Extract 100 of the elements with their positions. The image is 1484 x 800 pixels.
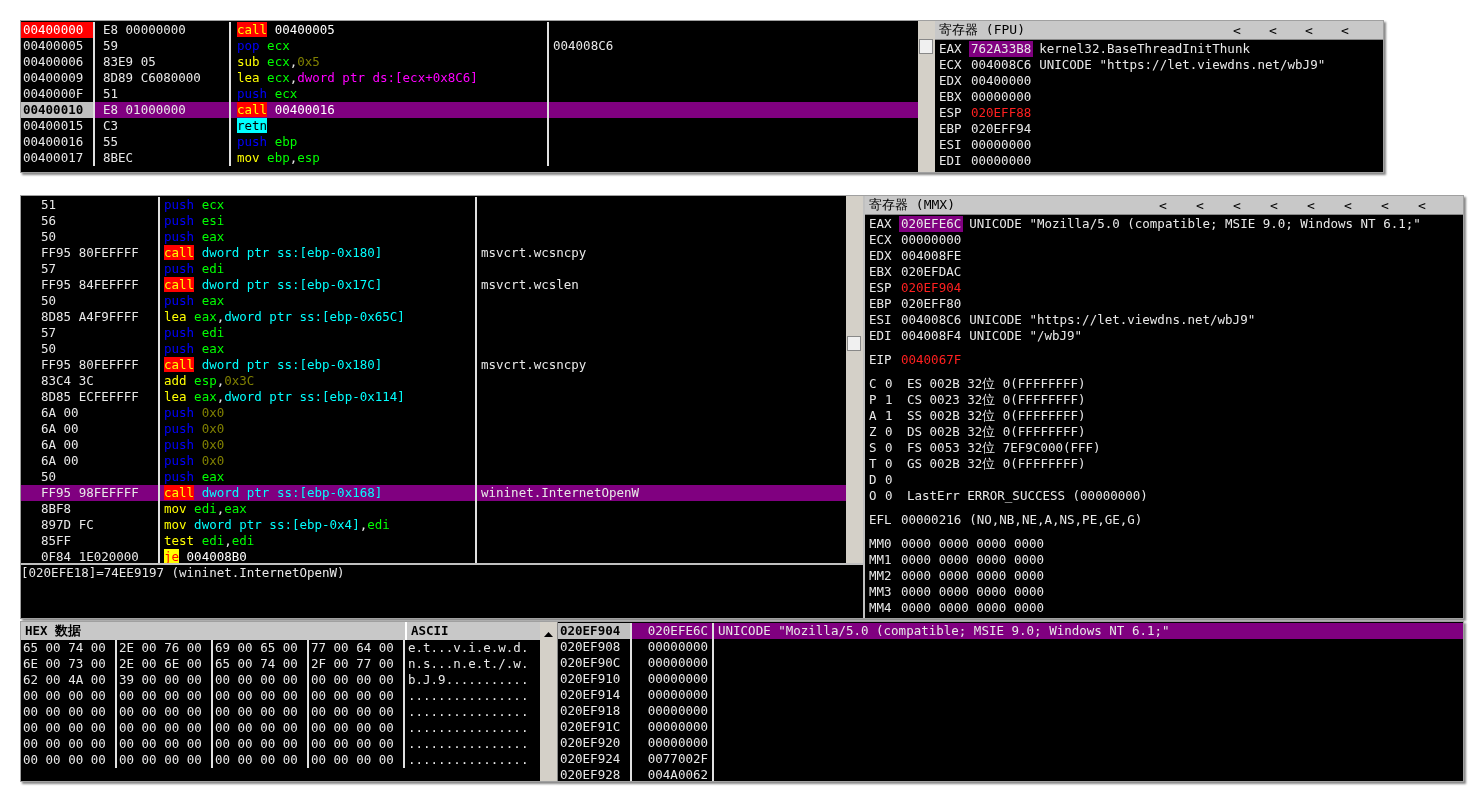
flag-name: A xyxy=(869,408,878,424)
collapse-button[interactable]: < xyxy=(1305,22,1341,38)
stack-row[interactable]: 020EF920 00000000 xyxy=(558,735,1463,751)
collapse-button[interactable]: < xyxy=(1233,22,1269,38)
register-value[interactable]: 0000 0000 0000 0000 xyxy=(899,600,1046,616)
comment-cell-text: 004008C6 xyxy=(552,38,615,54)
disasm-row[interactable]: 00400010 E8 01000000 call 00400016 xyxy=(21,102,918,118)
address-cell: 00400006 xyxy=(21,54,95,70)
segment-text: CS 0023 32位 0(FFFFFFFF) xyxy=(907,392,1086,408)
register-name: EAX xyxy=(869,216,893,232)
stack-row[interactable]: 020EF908 00000000 xyxy=(558,639,1463,655)
value-cell: 00000000 xyxy=(632,735,714,751)
address-cell: 00400000 xyxy=(21,22,95,38)
register-value[interactable]: 00000000 xyxy=(899,232,964,248)
hex-bytes: 00 00 00 00 xyxy=(117,720,213,736)
register-value[interactable]: 00000000 xyxy=(969,137,1034,153)
stack-row[interactable]: 020EF924 0077002F xyxy=(558,751,1463,767)
flag-name: D xyxy=(869,472,878,488)
ascii-text: e.t...v.i.e.w.d. xyxy=(407,640,529,656)
flag-value[interactable]: 0 xyxy=(885,440,907,456)
register-value[interactable]: 004008F4 xyxy=(899,328,964,344)
disasm-row[interactable]: 0F84 1E020000 je 004008B0 xyxy=(21,549,846,563)
register-value[interactable]: 762A33B8 xyxy=(969,41,1034,57)
column-header[interactable]: ASCII xyxy=(407,622,449,640)
stack-row[interactable]: 020EF910 00000000 xyxy=(558,671,1463,687)
flag-value[interactable]: 1 xyxy=(885,392,907,408)
flag-value[interactable]: 0 xyxy=(885,488,907,504)
register-value[interactable]: 0000 0000 0000 0000 xyxy=(899,536,1046,552)
hex-bytes: 00 00 00 00 xyxy=(21,704,117,720)
register-comment: kernel32.BaseThreadInitThunk xyxy=(1039,41,1250,57)
comment-cell-text: msvcrt.wcsncpy xyxy=(480,357,588,373)
stack-row[interactable]: 020EF928 004A0062 xyxy=(558,767,1463,781)
disasm-row[interactable]: 00400000 E8 00000000 call 00400005 xyxy=(21,22,918,38)
value-cell: 00000000 xyxy=(632,703,714,719)
scroll-up-icon[interactable] xyxy=(544,632,553,637)
register-value[interactable]: 0000 0000 0000 0000 xyxy=(899,584,1046,600)
scrollbar[interactable] xyxy=(846,196,863,563)
collapse-button[interactable]: < xyxy=(1341,22,1377,38)
register-value[interactable]: 020EFE6C xyxy=(899,216,964,232)
column-header[interactable]: HEX 数据 xyxy=(21,622,407,640)
register-value[interactable]: 00000000 xyxy=(969,153,1034,169)
value-cell: 00000000 xyxy=(632,671,714,687)
collapse-button[interactable]: < xyxy=(1418,197,1455,213)
register-value[interactable]: 0000 0000 0000 0000 xyxy=(899,552,1046,568)
hex-bytes: 00 00 00 00 xyxy=(309,752,405,768)
register-value[interactable]: 0000 0000 0000 0000 xyxy=(899,568,1046,584)
address-cell: 020EF928 xyxy=(558,767,632,781)
register-name: MM1 xyxy=(869,552,893,568)
disasm-row[interactable]: FF95 98FEFFFF call dword ptr ss:[ebp-0x168] wininet.InternetOpenW xyxy=(21,485,846,501)
hex-bytes: 00 00 00 00 xyxy=(309,704,405,720)
register-value[interactable]: 020EF904 xyxy=(899,280,964,296)
register-value[interactable]: 020EFDAC xyxy=(899,264,964,280)
flag-value[interactable]: 0 xyxy=(885,424,907,440)
hex-bytes: 62 00 4A 00 xyxy=(21,672,117,688)
collapse-button[interactable]: < xyxy=(1233,197,1270,213)
info-text: [020EFE18]=74EE9197 (wininet.InternetOpenW) xyxy=(21,565,345,581)
register-value[interactable]: 0040067F xyxy=(899,352,964,368)
register-comment: UNICODE "/wbJ9" xyxy=(969,328,1083,344)
flag-value[interactable]: 1 xyxy=(885,408,907,424)
flag-name: T xyxy=(869,456,878,472)
comment-cell-text: msvcrt.wcslen xyxy=(480,277,580,293)
register-value[interactable]: 020EFF88 xyxy=(969,105,1034,121)
register-value[interactable]: 020EFF94 xyxy=(969,121,1034,137)
hex-bytes: 00 00 00 00 xyxy=(309,720,405,736)
ascii-text: n.s...n.e.t./.w. xyxy=(407,656,529,672)
disasm-row[interactable]: 00400017 8BEC mov ebp,esp xyxy=(21,150,918,166)
scrollbar[interactable] xyxy=(540,622,557,781)
register-value[interactable]: 004008C6 xyxy=(899,312,964,328)
register-name: EFL xyxy=(869,512,893,528)
register-value[interactable]: 00000000 xyxy=(969,89,1034,105)
stack-row[interactable]: 020EF904 020EFE6C UNICODE "Mozilla/5.0 (compatible; MSIE 9.0; Windows NT 6.1;" xyxy=(558,623,1463,639)
register-value[interactable]: 004008FE xyxy=(899,248,964,264)
register-name: EDX xyxy=(939,73,963,89)
register-value[interactable]: 020EFF80 xyxy=(899,296,964,312)
stack-row[interactable]: 020EF914 00000000 xyxy=(558,687,1463,703)
collapse-button[interactable]: < xyxy=(1307,197,1344,213)
register-value[interactable]: 004008C6 xyxy=(969,57,1034,73)
flag-value[interactable]: 0 xyxy=(885,456,907,472)
collapse-button[interactable]: < xyxy=(1270,197,1307,213)
collapse-button[interactable]: < xyxy=(1159,197,1196,213)
register-value[interactable]: 00400000 xyxy=(969,73,1034,89)
register-comment: (NO,NB,NE,A,NS,PE,GE,G) xyxy=(969,512,1143,528)
register-name: ESI xyxy=(869,312,893,328)
flag-value[interactable]: 0 xyxy=(885,376,907,392)
register-name: MM2 xyxy=(869,568,893,584)
ascii-text: ................ xyxy=(407,704,529,720)
stack-row[interactable]: 020EF91C 00000000 xyxy=(558,719,1463,735)
stack-row[interactable]: 020EF90C 00000000 xyxy=(558,655,1463,671)
scrollbar[interactable] xyxy=(918,21,935,172)
collapse-button[interactable]: < xyxy=(1381,197,1418,213)
flag-value[interactable]: 0 xyxy=(885,472,907,488)
register-comment: UNICODE "https://let.viewdns.net/wbJ9" xyxy=(969,312,1256,328)
collapse-button[interactable]: < xyxy=(1269,22,1305,38)
address-cell: 020EF90C xyxy=(558,655,632,671)
collapse-button[interactable]: < xyxy=(1344,197,1381,213)
register-value[interactable]: 00000216 xyxy=(899,512,964,528)
collapse-button[interactable]: < xyxy=(1196,197,1233,213)
register-comment: UNICODE "https://let.viewdns.net/wbJ9" xyxy=(1039,57,1326,73)
stack-row[interactable]: 020EF918 00000000 xyxy=(558,703,1463,719)
value-cell: 004A0062 xyxy=(632,767,714,781)
